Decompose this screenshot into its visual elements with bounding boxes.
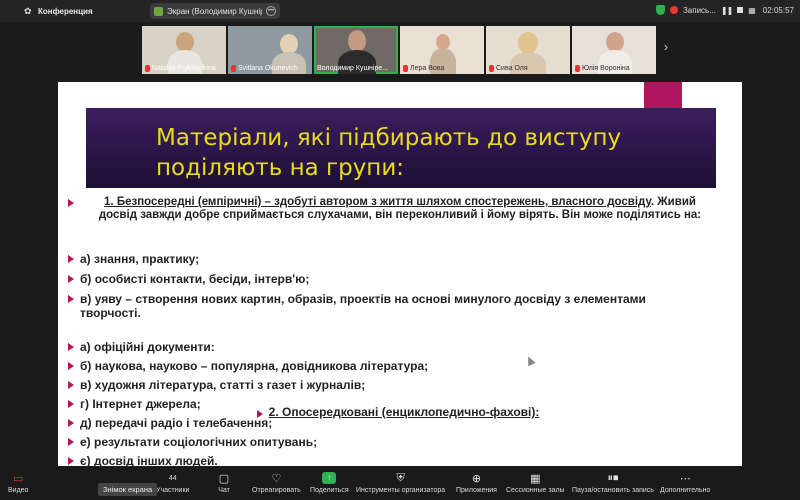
bullet-icon [68, 295, 74, 303]
bullet-icon [68, 400, 74, 408]
heart-icon: ♡ [271, 472, 282, 485]
bullet-icon [68, 362, 74, 370]
app-menu[interactable]: ✿ Конференция [24, 6, 93, 16]
shared-screen: Матеріали, які підбирають до виступу под… [58, 82, 742, 466]
view-grid-icon[interactable]: ▦ [748, 6, 756, 15]
participants-icon: 44 [168, 474, 177, 482]
status-area: Запись... ❚❚ ▦ 02:05:57 [655, 5, 794, 15]
slide-bullet: е) результати соціологічних опитувань; [68, 435, 317, 449]
title-bar: ✿ Конференция Экран (Володимир Кушніреі … [0, 0, 800, 22]
participant-name: Svitlana Okunevich [231, 65, 298, 72]
participant-name: Володимир Кушніре... [317, 65, 389, 72]
group1-heading: 1. Безпосередні (емпіричні) – здобуті ав… [98, 196, 702, 221]
participant-tile[interactable]: Сива Оля [486, 26, 570, 74]
pause-record-icon: ⏸⏹ [607, 471, 619, 484]
participant-tile-active-speaker[interactable]: Володимир Кушніре... [314, 26, 398, 74]
more-button[interactable]: ⋯ Дополнительно [660, 471, 710, 495]
bullet-icon [68, 199, 74, 207]
slide-bullet: в) уяву – створення нових картин, образі… [68, 292, 668, 320]
bullet-icon [68, 419, 74, 427]
record-dot-icon [669, 6, 678, 14]
mic-muted-icon [403, 65, 408, 72]
slide-bullet: а) знання, практику; [68, 252, 199, 266]
screenshot-tooltip: Знімок екрана [98, 483, 158, 496]
apps-button[interactable]: ⊕ Приложения [456, 471, 497, 495]
encryption-shield-icon[interactable] [655, 5, 665, 15]
participant-tile[interactable]: Лера Вова [400, 26, 484, 74]
slide-title-banner: Матеріали, які підбирають до виступу под… [86, 108, 716, 188]
share-label: Экран (Володимир Кушніреі [167, 6, 262, 16]
participant-strip: Nataliia Prykhodkina Svitlana Okunevich … [140, 24, 660, 76]
chevron-right-icon[interactable]: › [664, 40, 668, 54]
participant-tile[interactable]: Юлія Вороніна [572, 26, 656, 74]
slide-bullet: є) досвід інших людей. [68, 454, 218, 466]
mic-muted-icon [145, 65, 150, 72]
share-icon: ↑ [322, 472, 337, 484]
paw-icon: ✿ [24, 6, 32, 16]
participant-name: Nataliia Prykhodkina [145, 65, 216, 72]
bullet-icon [68, 381, 74, 389]
participant-name: Юлія Вороніна [575, 65, 630, 72]
stop-icon[interactable] [737, 7, 744, 13]
shield-icon: ⛨ [396, 471, 405, 484]
react-button[interactable]: ♡ Отреагировать [252, 471, 301, 495]
slide-bullet: б) наукова, науково – популярна, довідни… [68, 359, 428, 373]
pause-icon[interactable]: ❚❚ [721, 6, 733, 15]
slide-bullet: д) передачі радіо і телебачення; [68, 416, 272, 430]
screen-share-indicator[interactable]: Экран (Володимир Кушніреі ••• [150, 3, 280, 19]
slide-bullet: г) Інтернет джерела; [68, 397, 201, 411]
chat-icon: ▢ [218, 472, 230, 485]
breakout-icon: ▦ [530, 472, 541, 485]
zoom-window: ✿ Конференция Экран (Володимир Кушніреі … [0, 0, 800, 500]
breakout-rooms-button[interactable]: ▦ Сессионные залы [506, 471, 565, 495]
bullet-icon [68, 343, 74, 351]
bullet-icon [68, 255, 74, 263]
more-icon: ⋯ [679, 472, 691, 485]
video-button[interactable]: ▭ Видео [8, 471, 28, 495]
meeting-time: 02:05:57 [762, 5, 794, 15]
chat-button[interactable]: ▢ Чат [216, 471, 232, 495]
mic-muted-icon [575, 65, 580, 72]
bullet-icon [68, 457, 74, 465]
mic-muted-icon [489, 65, 494, 72]
apps-icon: ⊕ [471, 472, 482, 485]
slide-bullet: б) особисті контакти, бесіди, інтерв'ю; [68, 272, 309, 286]
mic-muted-icon [231, 65, 236, 72]
bullet-icon [68, 275, 74, 283]
participant-tile[interactable]: Nataliia Prykhodkina [142, 26, 226, 74]
slide-bullet: в) художня література, статті з газет і … [68, 378, 365, 392]
recording-label: Запись... [682, 5, 716, 15]
share-screen-button[interactable]: ↑ Поделиться [310, 471, 349, 494]
bullet-icon [68, 438, 74, 446]
participant-name: Лера Вова [403, 65, 444, 72]
participant-name: Сива Оля [489, 65, 528, 72]
more-options-icon[interactable]: ••• [266, 6, 276, 16]
host-tools-button[interactable]: ⛨ Инструменты организатора [356, 471, 445, 495]
share-badge-icon [154, 6, 163, 16]
pause-stop-recording-button[interactable]: ⏸⏹ Пауза/остановить запись [572, 471, 654, 495]
app-title: Конференция [38, 6, 93, 16]
slide-title: Матеріали, які підбирають до виступу под… [156, 125, 622, 181]
slide-bullet [68, 196, 74, 207]
participant-tile[interactable]: Svitlana Okunevich [228, 26, 312, 74]
video-off-icon: ▭ [13, 472, 24, 485]
participants-button[interactable]: 44 Участники [156, 471, 189, 495]
slide-bullet: а) офіційні документи: [68, 340, 215, 354]
